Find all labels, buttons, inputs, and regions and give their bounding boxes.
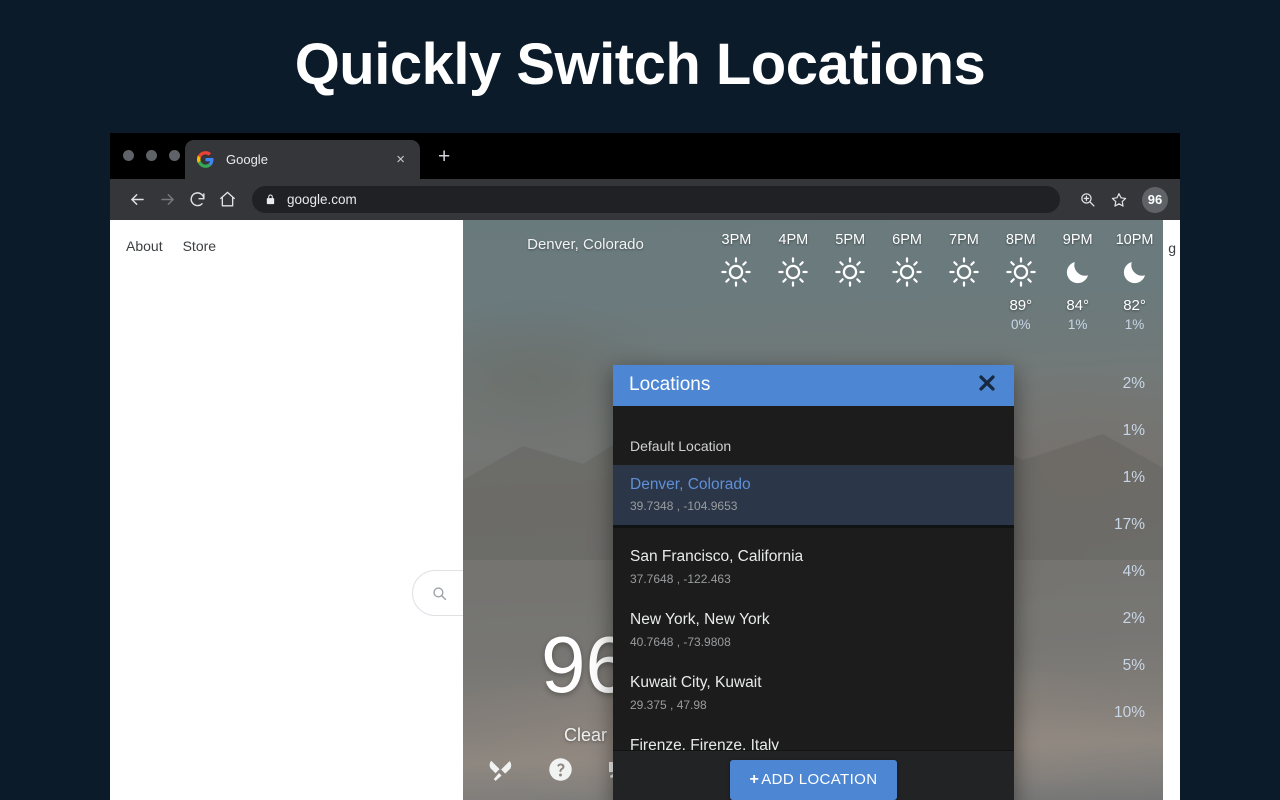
plus-icon: + xyxy=(750,771,760,789)
default-location-label: Default Location xyxy=(613,428,1014,465)
page-title: Quickly Switch Locations xyxy=(0,0,1280,97)
hourly-forecast-item[interactable]: 7PM xyxy=(936,232,993,332)
close-window-button[interactable] xyxy=(123,150,134,161)
google-icon xyxy=(197,151,214,168)
list-gap xyxy=(613,528,1014,536)
star-icon[interactable] xyxy=(1110,191,1128,209)
browser-toolbar: google.com 96 xyxy=(110,179,1180,220)
sun-icon xyxy=(708,251,765,293)
close-tab-button[interactable]: × xyxy=(393,150,408,169)
hourly-forecast-item[interactable]: 4PM xyxy=(765,232,822,332)
minimize-window-button[interactable] xyxy=(146,150,157,161)
search-icon xyxy=(431,585,448,602)
location-name: Firenze, Firenze, Italy xyxy=(630,736,997,750)
dialog-title: Locations xyxy=(629,374,710,396)
reload-button[interactable] xyxy=(182,185,212,215)
location-name: Kuwait City, Kuwait xyxy=(630,673,997,694)
radar-dish-icon[interactable] xyxy=(487,756,515,784)
close-icon[interactable] xyxy=(976,372,998,398)
day-precip: 4% xyxy=(1071,563,1145,581)
maximize-window-button[interactable] xyxy=(169,150,180,161)
location-list-item[interactable]: Kuwait City, Kuwait 29.375 , 47.98 xyxy=(613,662,1014,725)
browser-tab-strip: Google × + xyxy=(110,133,1180,179)
hour-time: 3PM xyxy=(708,232,765,248)
google-link-store[interactable]: Store xyxy=(183,238,216,254)
weather-location-label: Denver, Colorado xyxy=(463,236,708,253)
sun-icon xyxy=(765,251,822,293)
location-name: New York, New York xyxy=(630,610,997,631)
home-button[interactable] xyxy=(212,185,242,215)
location-name: San Francisco, California xyxy=(630,547,997,568)
hour-time: 7PM xyxy=(936,232,993,248)
new-tab-button[interactable]: + xyxy=(438,146,450,167)
location-name: Denver, Colorado xyxy=(630,475,997,496)
profile-badge[interactable]: 96 xyxy=(1142,187,1168,213)
toolbar-actions: 96 xyxy=(1069,187,1168,213)
add-location-button[interactable]: + ADD LOCATION xyxy=(730,760,898,800)
day-precip: 17% xyxy=(1071,516,1145,534)
hour-time: 5PM xyxy=(822,232,879,248)
hourly-forecast-item[interactable]: 10PM 82° 1% xyxy=(1106,232,1163,332)
day-precip: 2% xyxy=(1071,375,1145,393)
day-precip: 5% xyxy=(1071,657,1145,675)
hour-temp: 84° xyxy=(1049,297,1106,314)
dialog-body: Default Location Denver, Colorado 39.734… xyxy=(613,406,1014,751)
back-button[interactable] xyxy=(122,185,152,215)
address-bar[interactable]: google.com xyxy=(252,186,1060,213)
help-icon[interactable] xyxy=(547,756,574,783)
location-coords: 40.7648 , -73.9808 xyxy=(630,635,997,649)
hour-precip: 1% xyxy=(1049,317,1106,332)
hour-temp: 89° xyxy=(992,297,1049,314)
location-coords: 37.7648 , -122.463 xyxy=(630,572,997,586)
window-controls[interactable] xyxy=(123,150,180,161)
google-nav: About Store xyxy=(126,238,216,254)
hourly-forecast-item[interactable]: 9PM 84° 1% xyxy=(1049,232,1106,332)
browser-tab-google[interactable]: Google × xyxy=(185,140,420,179)
url-text: google.com xyxy=(287,192,357,207)
location-coords: 39.7348 , -104.9653 xyxy=(630,499,997,513)
moon-icon xyxy=(1106,251,1163,293)
forward-button[interactable] xyxy=(152,185,182,215)
hour-time: 6PM xyxy=(879,232,936,248)
hourly-forecast-strip: 3PM 4PM 5PM xyxy=(708,232,1163,332)
google-link-about[interactable]: About xyxy=(126,238,163,254)
moon-icon xyxy=(1049,251,1106,293)
location-list-item[interactable]: New York, New York 40.7648 , -73.9808 xyxy=(613,599,1014,662)
day-precip: 1% xyxy=(1071,422,1145,440)
day-precip: 1% xyxy=(1071,469,1145,487)
google-right-text: g xyxy=(1168,240,1176,256)
hourly-forecast-item[interactable]: 5PM xyxy=(822,232,879,332)
hour-precip: 1% xyxy=(1106,317,1163,332)
hourly-forecast-item[interactable]: 8PM 89° 0% xyxy=(992,232,1049,332)
day-precip: 10% xyxy=(1071,704,1145,722)
dialog-top-spacer xyxy=(613,406,1014,428)
hour-time: 10PM xyxy=(1106,232,1163,248)
sun-icon xyxy=(936,251,993,293)
hourly-forecast-item[interactable]: 3PM xyxy=(708,232,765,332)
dialog-footer: + ADD LOCATION xyxy=(613,750,1014,800)
lock-icon xyxy=(265,193,276,206)
add-location-label: ADD LOCATION xyxy=(761,771,877,788)
page-viewport: About Store g Denver, Colorado 3PM xyxy=(110,220,1180,800)
locations-dialog: Locations Default Location Denver, Color… xyxy=(613,365,1014,800)
dialog-header: Locations xyxy=(613,365,1014,406)
sun-icon xyxy=(879,251,936,293)
zoom-in-icon[interactable] xyxy=(1079,191,1096,208)
hour-time: 8PM xyxy=(992,232,1049,248)
hour-temp: 82° xyxy=(1106,297,1163,314)
tab-title: Google xyxy=(226,152,393,167)
location-list-item[interactable]: San Francisco, California 37.7648 , -122… xyxy=(613,536,1014,599)
hour-time: 4PM xyxy=(765,232,822,248)
sun-icon xyxy=(992,251,1049,293)
hour-precip: 0% xyxy=(992,317,1049,332)
default-location-item[interactable]: Denver, Colorado 39.7348 , -104.9653 xyxy=(613,465,1014,529)
day-precip: 2% xyxy=(1071,610,1145,628)
location-coords: 29.375 , 47.98 xyxy=(630,698,997,712)
location-list-item[interactable]: Firenze, Firenze, Italy 43.7714 , 11.254… xyxy=(613,725,1014,750)
hour-time: 9PM xyxy=(1049,232,1106,248)
sun-icon xyxy=(822,251,879,293)
hourly-forecast-item[interactable]: 6PM xyxy=(879,232,936,332)
browser-window: Google × + google.com xyxy=(110,133,1180,800)
